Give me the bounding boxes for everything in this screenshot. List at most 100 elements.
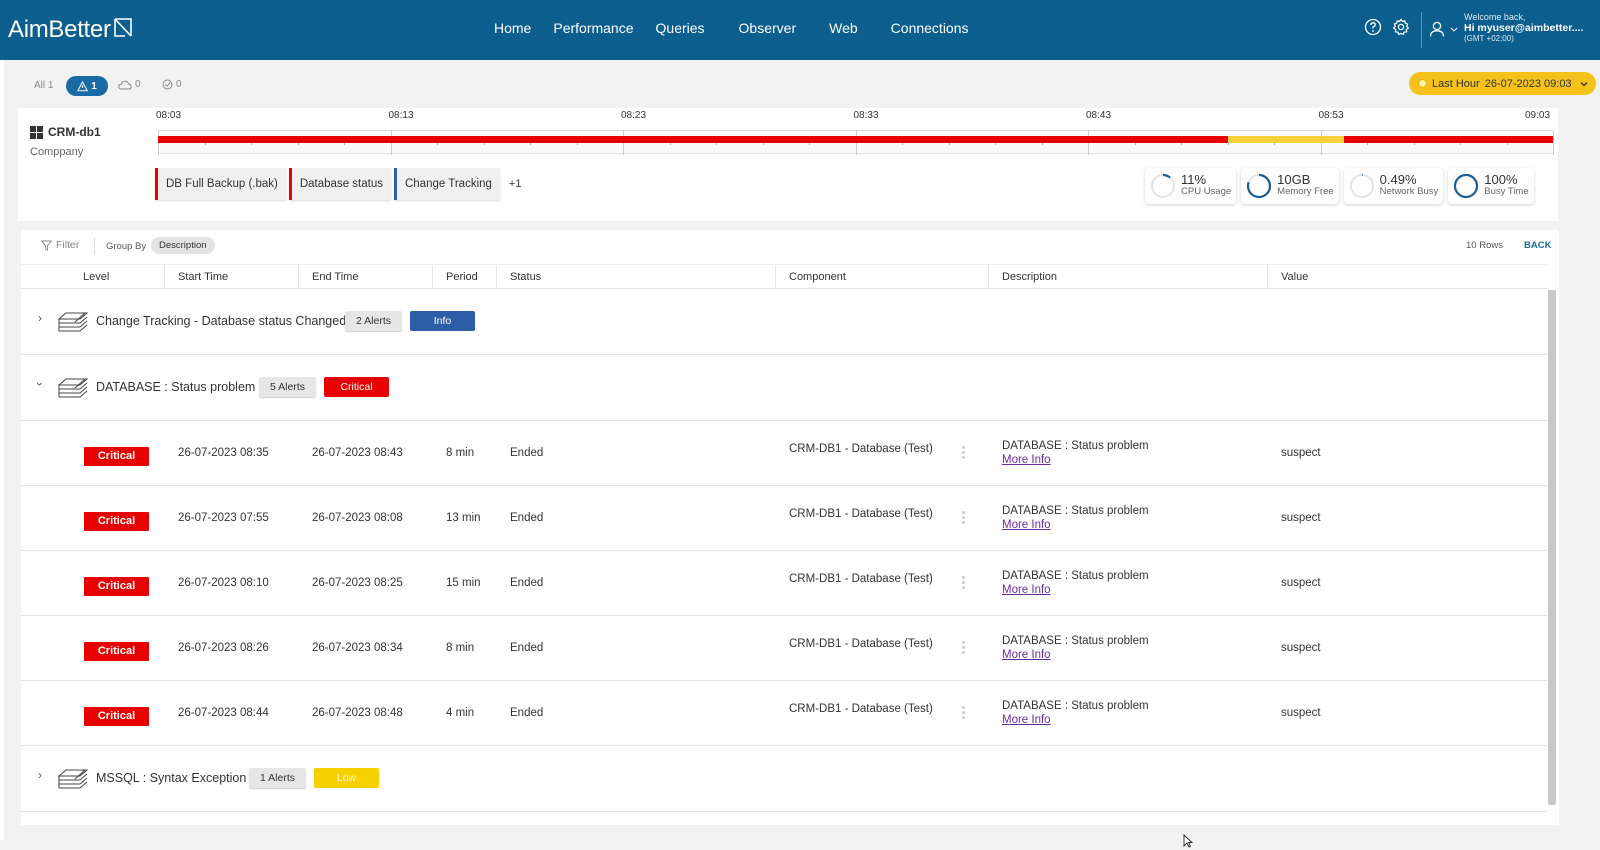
description-text: DATABASE : Status problem [1002,570,1149,582]
component: CRM-DB1 - Database (Test) [789,638,933,650]
more-vertical-icon[interactable] [962,706,966,721]
table-row[interactable]: Critical 26-07-2023 08:44 26-07-2023 08:… [21,681,1547,746]
more-vertical-icon[interactable] [962,446,966,461]
more-info-link[interactable]: More Info [1002,453,1149,467]
nav-performance[interactable]: Performance [542,0,644,60]
component: CRM-DB1 - Database (Test) [789,443,933,455]
gauge-ring-icon [1454,173,1479,199]
more-info-link[interactable]: More Info [1002,518,1149,532]
more-info-link[interactable]: More Info [1002,713,1149,727]
user-timezone: (GMT +02:00) [1464,34,1514,44]
chip-db-full-backup[interactable]: DB Full Backup (.bak) [155,168,286,200]
server-company: Comppany [30,146,84,158]
status: Ended [510,642,544,654]
filter-alerts[interactable]: 1 [66,76,108,96]
more-vertical-icon[interactable] [962,576,966,591]
more-info-link[interactable]: More Info [1002,583,1149,597]
gauge-ring-icon [1349,173,1374,199]
value: suspect [1281,512,1321,524]
value: suspect [1281,447,1321,459]
chevron-right-icon[interactable]: › [38,768,42,782]
nav-home[interactable]: Home [483,0,542,60]
table-row[interactable]: Critical 26-07-2023 08:10 26-07-2023 08:… [21,551,1547,616]
nav-queries[interactable]: Queries [645,0,728,60]
timeline-segment[interactable] [1227,136,1344,143]
more-vertical-icon[interactable] [962,511,966,526]
col-period[interactable]: Period [446,265,478,289]
cloud-icon [118,80,132,89]
more-vertical-icon[interactable] [962,641,966,656]
group-row-mssql-syntax[interactable]: › MSSQL : Syntax Exception 1 Alerts Low [21,746,1547,812]
welcome-block[interactable]: Welcome back, Hi myuser@aimbetter.... (G… [1464,12,1583,44]
level-badge: Critical [84,642,149,661]
filter-resolved[interactable]: 0 [162,79,182,90]
end-time: 26-07-2023 08:08 [312,512,403,524]
table-row[interactable]: Critical 26-07-2023 07:55 26-07-2023 08:… [21,486,1547,551]
col-status[interactable]: Status [510,265,541,289]
user-menu[interactable] [1428,20,1459,38]
group-row-database-status[interactable]: › DATABASE : Status problem 5 Alerts Cri… [21,355,1547,421]
mouse-cursor-icon [1183,834,1193,848]
cloud-count: 0 [135,79,141,90]
chip-change-tracking[interactable]: Change Tracking [393,168,500,200]
nav-observer[interactable]: Observer [728,0,819,60]
description: DATABASE : Status problem More Info [1002,699,1149,727]
user-icon [1429,21,1445,37]
chip-database-status[interactable]: Database status [288,168,391,200]
filter-label: Filter [56,239,80,251]
severity-badge: Info [410,311,475,331]
component: CRM-DB1 - Database (Test) [789,703,933,715]
end-time: 26-07-2023 08:43 [312,447,403,459]
chips-more[interactable]: +1 [509,178,522,190]
time-range-selector[interactable]: Last Hour 26-07-2023 09:03 [1409,72,1596,95]
status: Ended [510,512,544,524]
grid-toolbar: Filter Group By Description 10 Rows BACK [21,230,1559,263]
more-info-link[interactable]: More Info [1002,648,1149,662]
metric-cpu-usage[interactable]: 11% CPU Usage [1145,168,1237,204]
chevron-down-icon[interactable]: › [33,382,47,386]
back-button[interactable]: BACK [1524,240,1551,251]
metric-value: 0.49% [1379,172,1417,187]
timeline-tick [1320,131,1322,155]
filter-all[interactable]: All 1 [34,80,53,91]
nav-web[interactable]: Web [818,0,880,60]
timeline-segment[interactable] [1343,136,1553,143]
filter-cloud[interactable]: 0 [118,79,141,90]
group-row-change-tracking[interactable]: › Change Tracking - Database status Chan… [21,289,1547,355]
table-row[interactable]: Critical 26-07-2023 08:26 26-07-2023 08:… [21,616,1547,681]
settings-icon[interactable] [1392,18,1410,36]
col-separator [988,265,989,289]
status: Ended [510,707,544,719]
app-logo[interactable]: AimBetter [8,16,133,44]
col-end-time[interactable]: End Time [312,265,358,289]
col-component[interactable]: Component [789,265,846,289]
metric-memory-free[interactable]: 10GB Memory Free [1241,168,1339,204]
metric-network-busy[interactable]: 0.49% Network Busy [1343,168,1444,204]
gauge-fill [1454,173,1479,199]
level-badge: Critical [84,707,149,726]
start-time: 26-07-2023 08:26 [178,642,269,654]
help-icon[interactable] [1364,18,1382,36]
col-level[interactable]: Level [83,265,109,289]
user-name: Hi myuser@aimbetter.... [1464,22,1584,35]
col-description[interactable]: Description [1002,265,1057,289]
col-separator [298,265,299,289]
server-name[interactable]: CRM-db1 [30,125,101,139]
start-time: 26-07-2023 08:10 [178,577,269,589]
grid-scrollbar[interactable] [1548,290,1556,805]
alert-count: 1 [91,80,97,92]
chevron-right-icon[interactable]: › [38,311,42,325]
group-by-pill[interactable]: Description [151,237,215,254]
table-row[interactable]: Critical 26-07-2023 08:35 26-07-2023 08:… [21,421,1547,486]
timeline-segment[interactable] [158,136,1228,143]
timeline-tick [1088,131,1089,155]
component: CRM-DB1 - Database (Test) [789,573,933,585]
col-start-time[interactable]: Start Time [178,265,228,289]
col-value[interactable]: Value [1281,265,1308,289]
main-nav: Home Performance Queries Observer Web Co… [483,0,980,60]
timeline-tick [623,131,624,155]
filter-button[interactable]: Filter [41,239,79,251]
alert-timeline[interactable]: 08:03 08:13 08:23 08:33 08:43 08:53 09:03 [156,110,1578,171]
metric-busy-time[interactable]: 100% Busy Time [1448,168,1534,204]
nav-connections[interactable]: Connections [880,0,980,60]
